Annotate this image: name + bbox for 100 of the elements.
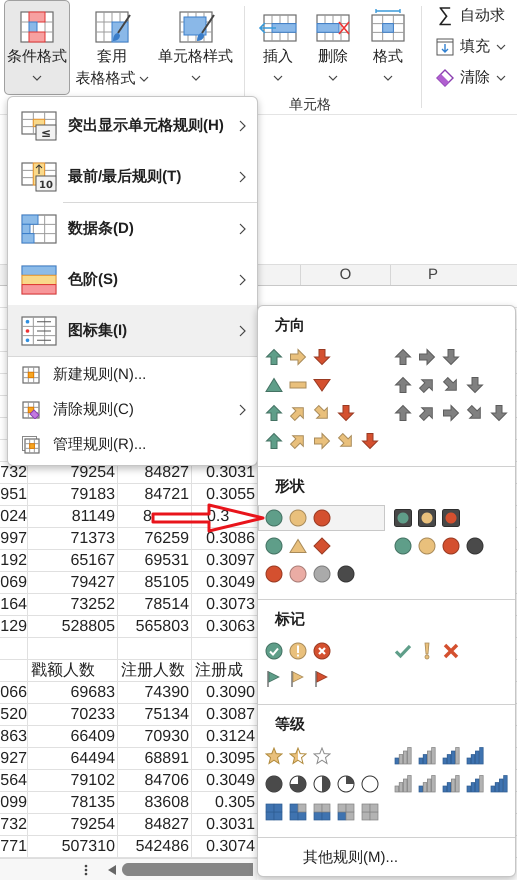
signal-bars-icon — [466, 747, 484, 765]
caret-icon — [190, 75, 200, 81]
table-cell-text: 71373 — [70, 529, 116, 549]
chevron-right-icon — [239, 404, 247, 416]
quadrant-icon — [361, 803, 379, 821]
table-cell-text: 192 — [0, 551, 28, 571]
signal-bars-icon — [442, 775, 460, 793]
ribbon-button[interactable]: 单元格样式 — [154, 0, 237, 95]
ribbon-button[interactable]: 格式 — [362, 0, 414, 95]
signal-bars-icon — [418, 775, 436, 793]
signal-bars-icon — [466, 775, 484, 793]
scrollbar-thumb[interactable] — [122, 863, 253, 876]
table-cell-text: 0.3031 — [205, 463, 256, 483]
table-cell-text: 0.3049 — [205, 573, 256, 593]
chevron-right-icon — [239, 324, 247, 336]
ribbon-button[interactable]: 填充 — [434, 31, 508, 62]
ribbon-button[interactable]: 清除 — [434, 62, 508, 93]
table-cell-text: 863 — [0, 727, 28, 747]
table-cell-text: 0.3049 — [205, 771, 256, 791]
ribbon-button[interactable]: 套用 表格格式 — [75, 0, 149, 95]
table-cell-text: 129 — [0, 617, 28, 637]
menu-item[interactable]: 10 最前/最后规则(T) — [8, 151, 257, 202]
pie-icon — [361, 775, 379, 793]
table-cell-text: 732 — [0, 463, 28, 483]
table-cell-text: 0.3074 — [205, 837, 256, 857]
table-cell-text: 78514 — [144, 595, 190, 615]
chevron-right-icon — [239, 222, 247, 234]
table-cell-text: 520 — [0, 705, 28, 725]
menu-item[interactable]: 其他规则(M)... — [258, 838, 515, 876]
menu-item[interactable]: 清除规则(C) — [8, 392, 257, 427]
pie-icon — [265, 775, 283, 793]
table-cell-text: 0.3095 — [205, 749, 256, 769]
table-cell-text: 79254 — [70, 815, 116, 835]
table-cell-text: 0.305 — [214, 793, 256, 813]
table-cell-text: 069 — [0, 573, 28, 593]
caret-icon — [496, 44, 506, 50]
star-icon — [313, 747, 331, 765]
color-scale-icon — [21, 264, 57, 294]
table-cell-text: 066 — [0, 683, 28, 703]
ribbon-button[interactable]: 删除 — [307, 0, 359, 95]
table-cell-text: 564 — [0, 771, 28, 791]
pie-icon — [289, 775, 307, 793]
chevron-right-icon — [239, 120, 247, 132]
pie-icon — [337, 775, 355, 793]
table-cell-text: 771 — [0, 837, 28, 857]
table-cell-text: 79102 — [70, 771, 116, 791]
star-icon — [289, 747, 307, 765]
signal-bars-icon — [394, 775, 412, 793]
table-cell-text: 69683 — [70, 683, 116, 703]
table-cell-text: 75134 — [144, 705, 190, 725]
caret-icon — [328, 75, 338, 81]
eraser-icon — [436, 68, 454, 86]
table-cell-text: 85105 — [144, 573, 190, 593]
ribbon-button[interactable]: 插入 — [252, 0, 304, 95]
table-cell-text: 997 — [0, 529, 28, 549]
menu-item[interactable]: 色阶(S) — [8, 254, 257, 305]
table-cell-text: 0.3097 — [205, 551, 256, 571]
table-cell-text: 099 — [0, 793, 28, 813]
menu-item[interactable]: 图标集(I) — [8, 305, 257, 356]
data-bars-icon — [21, 214, 57, 244]
table-cell-text: 927 — [0, 749, 28, 769]
quadrant-icon — [265, 803, 283, 821]
section-heading: 形状 — [274, 477, 306, 497]
caret-icon — [383, 75, 393, 81]
table-cell-text: 78135 — [70, 793, 116, 813]
table-cell-text: 70930 — [144, 727, 190, 747]
table-cell-text: 565803 — [134, 617, 190, 637]
table-cell-text: 79254 — [70, 463, 116, 483]
table-cell-text: 0.3124 — [205, 727, 256, 747]
menu-item[interactable]: 数据条(D) — [8, 203, 257, 254]
table-cell-text: 69531 — [144, 551, 190, 571]
table-cell-text: 164 — [0, 595, 28, 615]
column-header: P — [390, 265, 475, 285]
caret-icon — [32, 75, 42, 81]
group-label: 单元格 — [289, 95, 332, 113]
quadrant-icon — [337, 803, 355, 821]
drag-handle-icon — [84, 862, 88, 876]
table-cell-text: 0.3086 — [205, 529, 256, 549]
section-heading: 方向 — [274, 316, 306, 336]
menu-item[interactable]: 新建规则(N)... — [8, 357, 257, 392]
table-cell-text: 542486 — [134, 837, 190, 857]
table-cell-text: 66409 — [70, 727, 116, 747]
quadrant-icon — [289, 803, 307, 821]
menu-item[interactable]: 管理规则(R)... — [8, 427, 257, 462]
table-cell-text: 732 — [0, 815, 28, 835]
signal-bars-icon — [394, 747, 412, 765]
section-heading: 标记 — [274, 610, 306, 630]
table-cell-text: 507310 — [60, 837, 116, 857]
column-header: 戳额人数 — [30, 660, 96, 681]
menu-item[interactable]: ≤ 突出显示单元格规则(H) — [8, 100, 257, 151]
table-cell-text: 0.3031 — [205, 815, 256, 835]
table-cell-text: 84706 — [144, 771, 190, 791]
scroll-left-icon — [108, 864, 116, 874]
section-heading: 等级 — [274, 715, 306, 735]
ribbon-button[interactable]: ∑ 自动求 — [434, 0, 508, 31]
pie-icon — [313, 775, 331, 793]
ribbon-button[interactable]: 条件格式 — [4, 0, 70, 95]
column-header: O — [300, 265, 390, 285]
column-header: 注册人数 — [120, 660, 186, 681]
table-cell-text: 68891 — [144, 749, 190, 769]
